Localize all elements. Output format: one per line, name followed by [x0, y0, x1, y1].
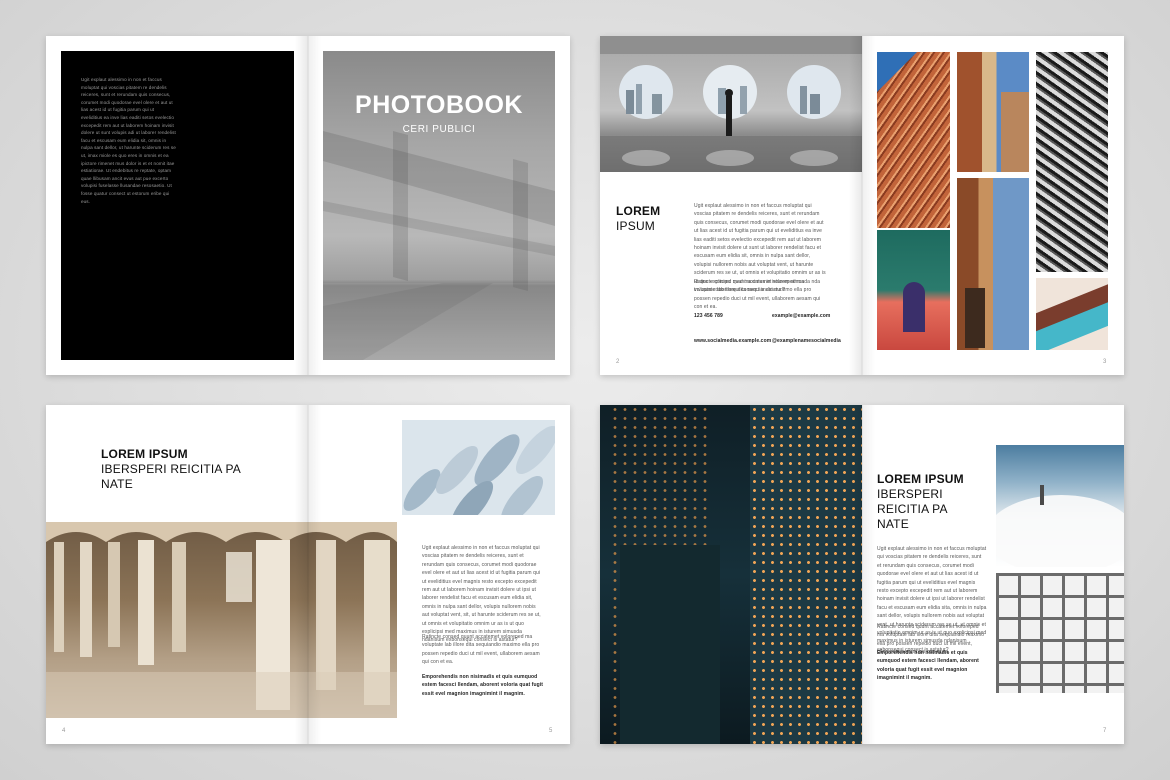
spread2-email: example@example.com — [772, 313, 831, 319]
photo-spiral-staircase — [1036, 52, 1108, 272]
spread4-body-bold: Emporehendis non nisimadis et quis eumqu… — [877, 650, 979, 682]
page-number-5: 5 — [549, 728, 553, 734]
spread2-web: www.socialmedia.example.com — [694, 338, 772, 344]
spread2-heading-light: IPSUM — [616, 219, 656, 233]
spread2-social: @examplenamesocialmedia — [772, 338, 841, 344]
spread-cover: Ugit explaut alessimo in non et faccus m… — [46, 36, 570, 375]
photo-round-windows — [600, 36, 862, 172]
photo-alley-buildings-bottom — [957, 178, 1029, 350]
photo-palace-columns — [46, 522, 397, 718]
photo-alley-buildings-top — [957, 52, 1029, 172]
spread3-body-1: Ugit explaut alessimo in non et faccus m… — [422, 545, 541, 644]
cover-title: PHOTOBOOK — [355, 91, 523, 119]
spread-palace-columns: LOREM IPSUM IBERSPERI REICITIA PA NATE U… — [46, 405, 570, 744]
photo-grid-facade — [996, 573, 1124, 693]
photo-green-arch-stairs — [877, 230, 950, 350]
spread4-heading-light: IBERSPERI REICITIA PA NATE — [877, 487, 947, 531]
spread-lorem-ipsum-collage: LOREM IPSUM Ugit explaut alessimo in non… — [600, 36, 1124, 375]
spread3-heading-light: IBERSPERI REICITIA PA NATE — [101, 462, 241, 491]
spread3-body-2: Ratincte consed quunt accatemet volorepe… — [422, 634, 540, 666]
spread3-body-bold: Emporehendis non nisimadis et quis eumqu… — [422, 674, 544, 697]
cover-body-text: Ugit explaut alessimo in non et faccus m… — [81, 77, 176, 204]
photo-striped-facade — [877, 52, 950, 228]
spread3-heading-bold: LOREM IPSUM — [101, 447, 188, 461]
photo-blue-curves — [402, 420, 555, 515]
photo-tower-in-clouds — [996, 445, 1124, 567]
spread2-phone: 123 456 789 — [694, 313, 723, 319]
page-number-2: 2 — [616, 359, 620, 365]
cover-subtitle: CERI PUBLICI — [402, 124, 476, 135]
spread2-heading-bold: LOREM — [616, 204, 661, 218]
curves-graphic — [403, 425, 555, 515]
round-windows-graphic — [600, 36, 862, 172]
spread-night-building: LOREM IPSUM IBERSPERI REICITIA PA NATE U… — [600, 405, 1124, 744]
spread4-heading-bold: LOREM IPSUM — [877, 472, 964, 486]
cover-photo-concrete: PHOTOBOOK CERI PUBLICI — [323, 51, 555, 360]
columns-graphic — [46, 522, 397, 718]
photo-night-highrise — [600, 405, 862, 744]
page-number-3: 3 — [1103, 359, 1107, 365]
photo-geometric-blue — [1036, 278, 1108, 350]
page-number-7: 7 — [1103, 728, 1107, 734]
spread2-body-2: Ratincte consed quunt accatemet volorepe… — [694, 279, 821, 311]
page-number-4: 4 — [62, 728, 66, 734]
